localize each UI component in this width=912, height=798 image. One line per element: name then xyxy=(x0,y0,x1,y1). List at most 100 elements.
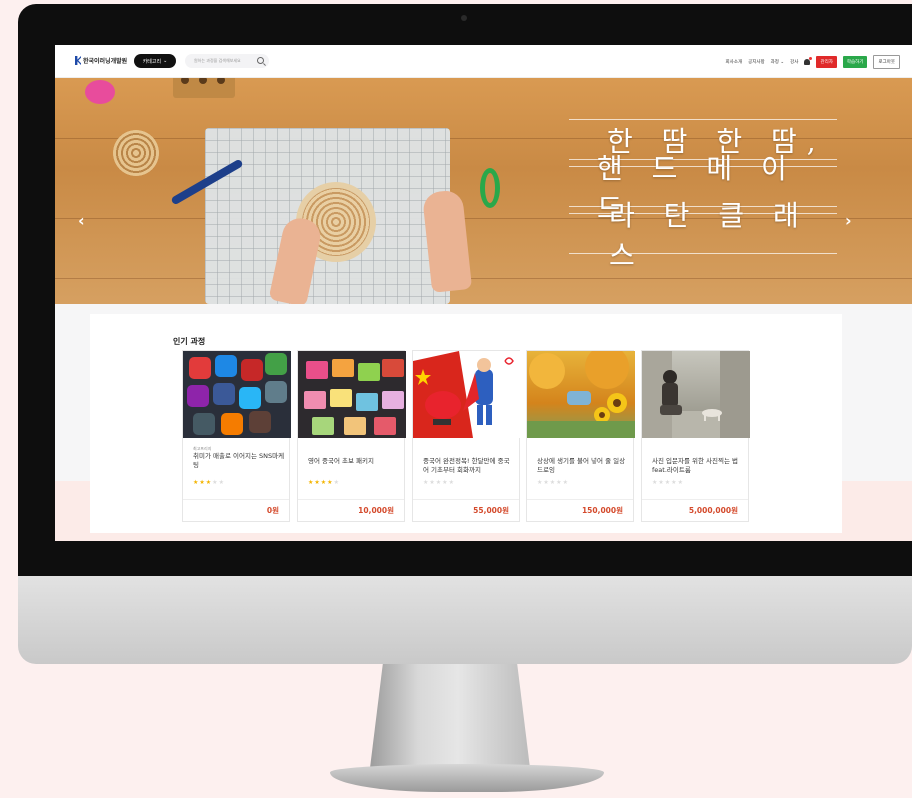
nav-item-instructors[interactable]: 강사 xyxy=(790,59,798,65)
superhero-illustration xyxy=(413,351,514,438)
star-icon: ★ xyxy=(423,479,429,486)
course-thumbnail xyxy=(527,351,635,438)
star-icon: ★ xyxy=(212,479,218,486)
app-tile xyxy=(239,387,261,409)
app-tile xyxy=(193,413,215,435)
star-icon: ★ xyxy=(205,479,212,486)
gift-box xyxy=(358,363,380,381)
notification-bell-icon[interactable] xyxy=(804,57,813,65)
logo-k-icon xyxy=(75,56,81,65)
gift-box xyxy=(382,391,404,409)
course-card[interactable]: 사진 입문자를 위한 사진찍는 법 feat.라이트룸 ★ ★ ★ ★ ★ 5,000,… xyxy=(641,350,750,522)
course-title: 영어 중국어 초보 패키지 xyxy=(308,457,374,465)
hero-line: 라 탄 클 래 스 xyxy=(569,199,837,272)
star-icon: ★ xyxy=(448,479,454,486)
star-icon: ★ xyxy=(562,479,568,486)
wood-plank-line xyxy=(55,278,912,279)
star-icon: ★ xyxy=(537,479,543,486)
course-card[interactable]: 영어 중국어 초보 패키지 ★ ★ ★ ★ ★ 10,000원 xyxy=(297,350,406,522)
chevron-down-icon: ⌄ xyxy=(780,60,785,65)
pink-basket-image xyxy=(85,80,115,104)
screen: 한국이러닝개발원 카테고리 ⌄ 원하는 과정을 검색해보세요 회사소개 공지사항… xyxy=(55,45,912,541)
logout-button[interactable]: 로그아웃 xyxy=(873,55,900,69)
star-icon: ★ xyxy=(327,479,333,486)
drawing-illustration xyxy=(527,351,635,438)
course-thumbnail xyxy=(183,351,291,438)
site-header: 한국이러닝개발원 카테고리 ⌄ 원하는 과정을 검색해보세요 회사소개 공지사항… xyxy=(55,45,912,78)
gift-box xyxy=(332,359,354,377)
divider xyxy=(527,499,633,500)
course-card[interactable]: 상상에 생기를 불어 넣어 줄 일상 드로잉 ★ ★ ★ ★ ★ 150,000원 xyxy=(526,350,635,522)
course-card[interactable]: 최고프리지 취미가 매출로 이어지는 SNS마케팅 ★ ★ ★ ★ ★ 0원 xyxy=(182,350,291,522)
course-title: 상상에 생기를 불어 넣어 줄 일상 드로잉 xyxy=(537,457,626,474)
app-tile xyxy=(189,357,211,379)
category-button-label: 카테고리 xyxy=(142,58,162,65)
course-price: 0원 xyxy=(266,506,279,515)
chevron-right-icon[interactable]: › xyxy=(845,211,852,230)
gift-box xyxy=(382,359,404,377)
gift-box xyxy=(356,393,378,411)
hero-banner[interactable]: 한 땀 한 땀, 핸 드 메 이 드 라 탄 클 래 스 ‹ › xyxy=(55,78,912,304)
section-title: 인기 과정 xyxy=(173,337,206,346)
course-price: 55,000원 xyxy=(473,506,509,515)
monitor-stand xyxy=(370,664,530,768)
gift-box xyxy=(330,389,352,407)
star-icon: ★ xyxy=(671,479,677,486)
course-rating: ★ ★ ★ ★ ★ xyxy=(423,479,454,486)
divider xyxy=(183,499,289,500)
wood-hole xyxy=(217,78,225,84)
course-thumbnail xyxy=(642,351,750,438)
divider xyxy=(298,499,404,500)
divider xyxy=(642,499,748,500)
app-tile xyxy=(241,359,263,381)
gift-box xyxy=(306,361,328,379)
monitor-chin xyxy=(18,576,912,664)
course-title: 사진 입문자를 위한 사진찍는 법 feat.라이트룸 xyxy=(652,457,739,474)
learn-button[interactable]: 학습하기 xyxy=(842,56,868,68)
monitor-stand-base xyxy=(330,764,604,792)
course-thumbnail xyxy=(298,351,406,438)
star-icon: ★ xyxy=(556,479,562,486)
nav-item-courses[interactable]: 과정 ⌄ xyxy=(771,59,785,65)
gift-box xyxy=(304,391,326,409)
course-rating: ★ ★ ★ ★ ★ xyxy=(193,479,224,486)
hero-title: 한 땀 한 땀, 핸 드 메 이 드 라 탄 클 래 스 xyxy=(569,119,837,272)
app-tile xyxy=(213,383,235,405)
course-rating: ★ ★ ★ ★ ★ xyxy=(652,479,683,486)
nav-item-courses-label: 과정 xyxy=(770,60,779,65)
star-icon: ★ xyxy=(442,479,448,486)
chevron-left-icon[interactable]: ‹ xyxy=(78,211,85,230)
star-icon: ★ xyxy=(320,479,327,486)
star-icon: ★ xyxy=(218,479,224,486)
top-nav: 회사소개 공지사항 과정 ⌄ 강사 관리자 학습하기 로그아웃 xyxy=(726,55,900,69)
wood-hole xyxy=(199,78,207,84)
nav-item-notice[interactable]: 공지사항 xyxy=(748,59,765,65)
star-icon: ★ xyxy=(677,479,683,486)
gift-box xyxy=(374,417,396,435)
app-tile xyxy=(221,413,243,435)
chevron-down-icon: ⌄ xyxy=(163,58,168,64)
scissors-image xyxy=(480,168,500,208)
star-icon: ★ xyxy=(543,479,549,486)
course-card[interactable]: 중국어 완전정복! 한달만에 중국어 기초부터 회화까지 ★ ★ ★ ★ ★ 55,00… xyxy=(412,350,521,522)
nav-item-about[interactable]: 회사소개 xyxy=(726,59,743,65)
course-price: 150,000원 xyxy=(581,506,623,515)
star-icon: ★ xyxy=(435,479,442,486)
star-icon: ★ xyxy=(193,479,199,486)
course-price: 10,000원 xyxy=(358,506,394,515)
star-icon: ★ xyxy=(658,479,664,486)
rattan-coaster-image xyxy=(113,130,159,176)
course-title: 취미가 매출로 이어지는 SNS마케팅 xyxy=(193,452,285,469)
divider xyxy=(413,499,519,500)
wood-block-image xyxy=(173,78,235,98)
notification-dot xyxy=(809,57,813,60)
star-icon: ★ xyxy=(429,479,435,486)
course-rating: ★ ★ ★ ★ ★ xyxy=(537,479,568,486)
search-icon[interactable] xyxy=(257,57,264,64)
star-icon: ★ xyxy=(549,479,556,486)
admin-button[interactable]: 관리자 xyxy=(816,56,837,68)
site-logo[interactable]: 한국이러닝개발원 xyxy=(75,56,127,65)
search-input[interactable]: 원하는 과정을 검색해보세요 xyxy=(185,54,269,68)
category-button[interactable]: 카테고리 ⌄ xyxy=(134,54,176,68)
app-tile xyxy=(215,355,237,377)
